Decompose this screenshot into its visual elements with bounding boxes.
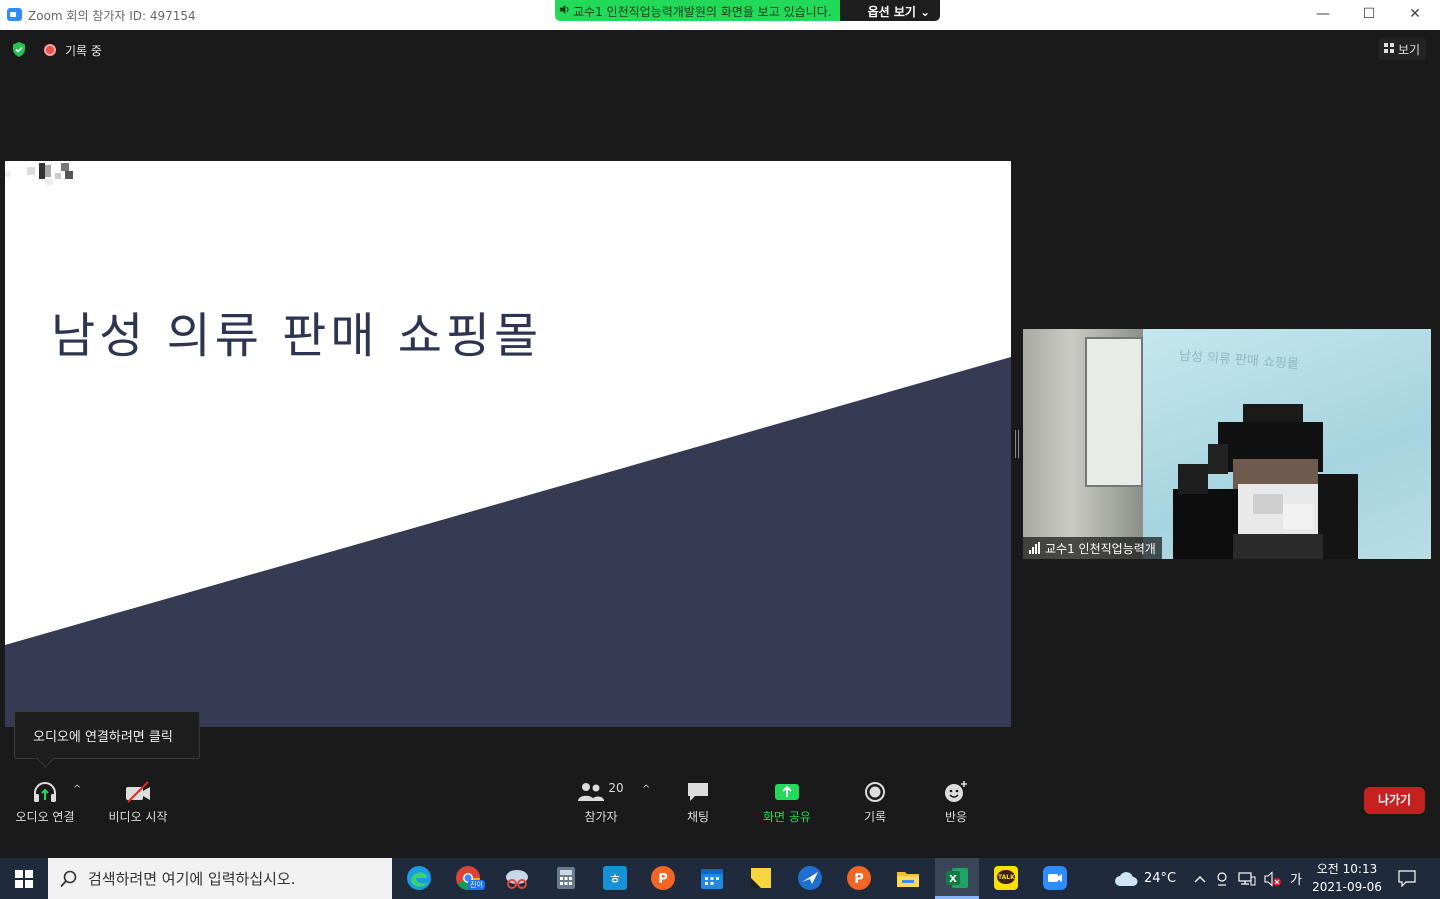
- camera-tray-icon[interactable]: [1214, 871, 1230, 887]
- orange-app-icon-1[interactable]: P: [649, 864, 677, 892]
- search-icon: [60, 870, 77, 887]
- recording-label: 기록 중: [65, 44, 102, 58]
- recording-indicator-icon[interactable]: [44, 44, 56, 56]
- video-background-frame: [1085, 337, 1143, 487]
- taskbar-clock[interactable]: 오전 10:13 2021-09-06: [1308, 860, 1386, 896]
- view-options-button[interactable]: 옵션 보기 ⌄: [839, 0, 941, 21]
- participant-video[interactable]: 남성 의류 판매 쇼핑몰 교수1 인천직업능력개: [1023, 329, 1431, 559]
- zoom-app-icon: [7, 8, 22, 21]
- leave-meeting-button[interactable]: 나가기: [1364, 787, 1425, 814]
- chat-bubble-icon: [688, 783, 708, 801]
- record-button[interactable]: 기록: [852, 780, 898, 825]
- svg-text:ㅎ: ㅎ: [609, 872, 622, 888]
- cloud-icon: [1115, 871, 1138, 886]
- svg-text:P: P: [854, 872, 864, 887]
- view-button[interactable]: 보기: [1378, 38, 1427, 60]
- chat-label: 채팅: [686, 810, 710, 824]
- search-placeholder: 검색하려면 여기에 입력하십시오.: [88, 870, 296, 888]
- clock-time: 오전 10:13: [1316, 862, 1378, 876]
- reaction-smiley-icon: [945, 781, 967, 802]
- windows-taskbar: 검색하려면 여기에 입력하십시오. 진이 ㅎ P P X TALK 24°C 가…: [0, 858, 1440, 899]
- taskbar-search-box[interactable]: 검색하려면 여기에 입력하십시오.: [48, 858, 392, 899]
- participant-name: 교수1 인천직업능력개: [1045, 541, 1156, 556]
- participant-person: [1173, 404, 1358, 559]
- file-explorer-icon[interactable]: [894, 864, 922, 892]
- slide-background: [5, 357, 1011, 727]
- svg-text:X: X: [949, 874, 957, 885]
- screen-share-banner: 교수1 인천직업능력개발원의 화면을 보고 있습니다. 옵션 보기 ⌄: [555, 0, 941, 21]
- view-label: 보기: [1398, 43, 1421, 57]
- snipping-tool-icon[interactable]: [503, 864, 531, 892]
- maximize-button[interactable]: ☐: [1346, 0, 1392, 30]
- audio-options-caret[interactable]: ^: [73, 784, 81, 795]
- network-icon[interactable]: [1238, 871, 1256, 887]
- record-icon: [865, 782, 885, 802]
- close-button[interactable]: ✕: [1392, 0, 1438, 30]
- airplane-app-icon[interactable]: [796, 864, 824, 892]
- window-title: Zoom 회의 참가자 ID: 497154: [28, 9, 196, 23]
- share-screen-label: 화면 공유: [763, 810, 811, 824]
- start-video-button[interactable]: 비디오 시작: [102, 780, 174, 825]
- participant-name-tag: 교수1 인천직업능력개: [1023, 537, 1162, 559]
- share-status: 교수1 인천직업능력개발원의 화면을 보고 있습니다.: [555, 0, 840, 21]
- encryption-shield-icon[interactable]: [12, 42, 26, 57]
- volume-muted-icon[interactable]: [1264, 870, 1282, 887]
- headphones-icon: [34, 782, 56, 802]
- slide-pixelated-subtitle: [5, 163, 73, 185]
- weather-temperature: 24°C: [1144, 871, 1177, 886]
- ime-indicator[interactable]: 가: [1290, 869, 1302, 888]
- windows-logo-icon: [15, 869, 33, 888]
- join-audio-button[interactable]: 오디오 연결: [10, 780, 80, 825]
- clock-date: 2021-09-06: [1312, 880, 1382, 894]
- orange-app-icon-2[interactable]: P: [845, 864, 873, 892]
- video-off-icon: [126, 781, 150, 803]
- slide-diagonal-band: [5, 357, 1011, 727]
- kakaotalk-label: TALK: [998, 874, 1015, 881]
- audio-tooltip: 오디오에 연결하려면 클릭: [14, 711, 200, 759]
- reactions-button[interactable]: 반응: [933, 780, 979, 825]
- chrome-profile-badge: 진이: [468, 880, 485, 890]
- meeting-area: 기록 중 보기 남성 의류 판매 쇼핑몰 남성 의류 판매 쇼핑몰 교수1 인천…: [0, 30, 1440, 858]
- participants-count: 20: [608, 781, 624, 795]
- record-label: 기록: [863, 810, 887, 824]
- system-tray: 가: [1194, 858, 1302, 899]
- reactions-label: 반응: [944, 810, 968, 824]
- participants-options-caret[interactable]: ^: [642, 784, 650, 795]
- chevron-up-icon[interactable]: [1194, 874, 1206, 884]
- chat-button[interactable]: 채팅: [675, 780, 721, 825]
- start-video-label: 비디오 시작: [108, 810, 168, 824]
- participants-label: 참가자: [584, 810, 618, 824]
- excel-icon[interactable]: X: [943, 864, 971, 892]
- calendar-icon[interactable]: [698, 864, 726, 892]
- edge-browser-icon[interactable]: [405, 864, 433, 892]
- slide-title: 남성 의류 판매 쇼핑몰: [51, 308, 543, 364]
- svg-text:P: P: [658, 872, 668, 887]
- calculator-icon[interactable]: [552, 864, 580, 892]
- share-screen-button[interactable]: 화면 공유: [756, 780, 818, 825]
- sticky-notes-icon[interactable]: [747, 864, 775, 892]
- weather-widget[interactable]: 24°C: [1114, 858, 1176, 899]
- share-status-text: 교수1 인천직업능력개발원의 화면을 보고 있습니다.: [573, 5, 832, 19]
- notifications-icon[interactable]: [1398, 870, 1416, 887]
- participants-button[interactable]: 20 참가자: [570, 780, 632, 825]
- shared-screen-slide: 남성 의류 판매 쇼핑몰: [5, 161, 1011, 727]
- hangul-word-icon[interactable]: ㅎ: [601, 864, 629, 892]
- speaker-icon: [559, 4, 569, 15]
- start-button[interactable]: [0, 858, 48, 899]
- grid-view-icon: [1384, 43, 1394, 53]
- signal-strength-icon: [1029, 542, 1040, 554]
- join-audio-label: 오디오 연결: [15, 810, 75, 824]
- participants-icon: [578, 783, 605, 801]
- zoom-taskbar-icon[interactable]: [1041, 864, 1069, 892]
- split-divider-handle[interactable]: [1015, 430, 1019, 458]
- share-screen-icon: [775, 784, 799, 800]
- minimize-button[interactable]: —: [1300, 0, 1346, 30]
